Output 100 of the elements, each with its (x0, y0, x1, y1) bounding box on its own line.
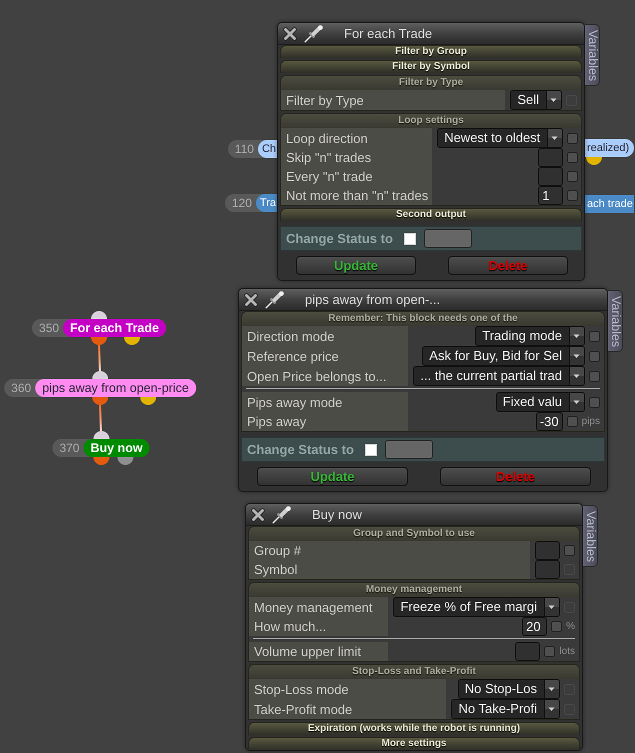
caret-icon (544, 598, 559, 616)
input-field[interactable] (535, 541, 560, 560)
node-label[interactable]: pips away from open-price (35, 379, 196, 397)
close-icon[interactable] (251, 508, 265, 522)
dropdown[interactable]: Newest to oldest (437, 128, 564, 148)
field-label: Open Price belongs to... (242, 366, 408, 386)
node-number: 120 (230, 195, 253, 212)
checkbox[interactable] (551, 621, 562, 632)
field-label: Group # (249, 541, 530, 560)
dropdown[interactable]: Ask for Buy, Bid for Sel (422, 346, 585, 366)
node-number: 360 (10, 380, 32, 397)
node-label[interactable]: ach trade (585, 195, 634, 213)
input-field[interactable]: 20 (522, 617, 548, 636)
section-header[interactable]: Group and Symbol to use (249, 527, 579, 541)
status-checkbox[interactable] (404, 232, 416, 244)
block-node[interactable]: 120 Tra (224, 194, 277, 212)
section-header[interactable]: Filter by Symbol (280, 60, 582, 73)
checkbox[interactable] (589, 350, 600, 362)
block-node[interactable]: 360 pips away from open-price (4, 379, 196, 397)
section-header[interactable]: Filter by Group (280, 45, 582, 58)
field-label: Direction mode (242, 326, 408, 346)
node-number: 110 (234, 141, 255, 158)
pushpin-icon[interactable] (304, 24, 324, 42)
caret-icon (569, 327, 584, 345)
checkbox[interactable] (564, 545, 575, 556)
variables-tab[interactable]: Variables (585, 24, 600, 86)
input-field[interactable] (538, 148, 564, 167)
node-number: 370 (58, 440, 80, 457)
checkbox[interactable] (567, 171, 578, 182)
panel-title: Buy now (312, 507, 362, 522)
panel-title: pips away from open-... (305, 292, 440, 307)
node-label[interactable]: For each Trade (63, 319, 166, 337)
unit-label: lots (559, 646, 575, 657)
pushpin-icon[interactable] (265, 290, 285, 308)
checkbox[interactable] (567, 132, 578, 144)
pushpin-icon[interactable] (272, 506, 292, 524)
field-label: Stop-Loss mode (249, 679, 446, 699)
checkbox[interactable] (567, 152, 578, 163)
caret-icon (544, 680, 559, 698)
checkbox[interactable] (567, 190, 578, 201)
section-header[interactable]: More settings (248, 737, 580, 750)
input-field[interactable] (515, 642, 540, 661)
section-header[interactable]: Filter by Type (281, 76, 581, 90)
dropdown[interactable]: Sell (510, 90, 562, 110)
section-header[interactable]: Remember: This block needs one of the (242, 312, 604, 326)
field-label: Every "n" trade (281, 167, 432, 186)
section-header[interactable]: Expiration (works while the robot is running) (248, 722, 580, 735)
connector-line (99, 404, 102, 432)
dropdown[interactable]: Fixed valu (496, 392, 585, 412)
checkbox[interactable] (589, 330, 600, 342)
input-field[interactable]: 1 (538, 186, 564, 205)
checkbox[interactable] (544, 646, 556, 657)
checkbox[interactable] (589, 396, 600, 408)
variables-tab[interactable]: Variables (583, 505, 598, 568)
variables-tab[interactable]: Variables (608, 290, 623, 352)
status-label: Change Status to (286, 231, 393, 246)
dropdown[interactable]: ... the current partial trad (413, 366, 585, 386)
caret-icon (569, 347, 584, 365)
dropdown[interactable]: Freeze % of Free margi (393, 597, 560, 617)
section-header[interactable]: Loop settings (281, 114, 581, 128)
panel-title: For each Trade (344, 26, 432, 41)
block-node[interactable]: 350 For each Trade (32, 319, 166, 337)
node-label[interactable]: Ch (258, 140, 277, 158)
connector-line (98, 344, 101, 372)
field-label: How much... (249, 617, 388, 636)
checkbox[interactable] (589, 370, 600, 382)
field-label: Not more than "n" trades (281, 186, 432, 205)
status-field[interactable] (424, 229, 472, 248)
input-field[interactable] (535, 560, 560, 579)
field-label: Reference price (242, 346, 408, 366)
input-field[interactable] (538, 167, 564, 186)
update-button[interactable]: Update (257, 467, 408, 486)
field-label: Pips away (242, 412, 408, 431)
dropdown[interactable]: No Take-Profi (451, 699, 560, 719)
status-field[interactable] (384, 440, 433, 459)
section-header[interactable]: Stop-Loss and Take-Profit (249, 665, 579, 679)
field-label: Pips away mode (242, 392, 408, 412)
block-node[interactable]: 370 Buy now (52, 439, 150, 457)
field-label: Money management (249, 597, 388, 617)
section-header[interactable]: Second output (280, 208, 582, 221)
block-node[interactable]: 110 Ch (228, 140, 277, 158)
caret-icon (569, 393, 584, 411)
unit-label: pips (582, 416, 600, 427)
dropdown[interactable]: Trading mode (475, 326, 585, 346)
close-icon[interactable] (244, 292, 258, 306)
node-label[interactable]: realized) (585, 139, 634, 157)
close-icon[interactable] (283, 26, 297, 40)
section-header[interactable]: Money management (249, 583, 579, 597)
update-button[interactable]: Update (296, 256, 416, 275)
node-label[interactable]: Tra (256, 194, 277, 212)
node-label[interactable]: Buy now (83, 439, 150, 457)
field-label: Skip "n" trades (281, 148, 432, 167)
status-checkbox[interactable] (364, 444, 377, 456)
unit-label: % (566, 621, 575, 632)
caret-icon (547, 129, 562, 147)
input-field[interactable]: -30 (536, 412, 563, 431)
dropdown[interactable]: No Stop-Los (458, 679, 560, 699)
status-label: Change Status to (247, 442, 354, 457)
checkbox[interactable] (566, 416, 578, 427)
field-label: Volume upper limit (249, 642, 388, 661)
